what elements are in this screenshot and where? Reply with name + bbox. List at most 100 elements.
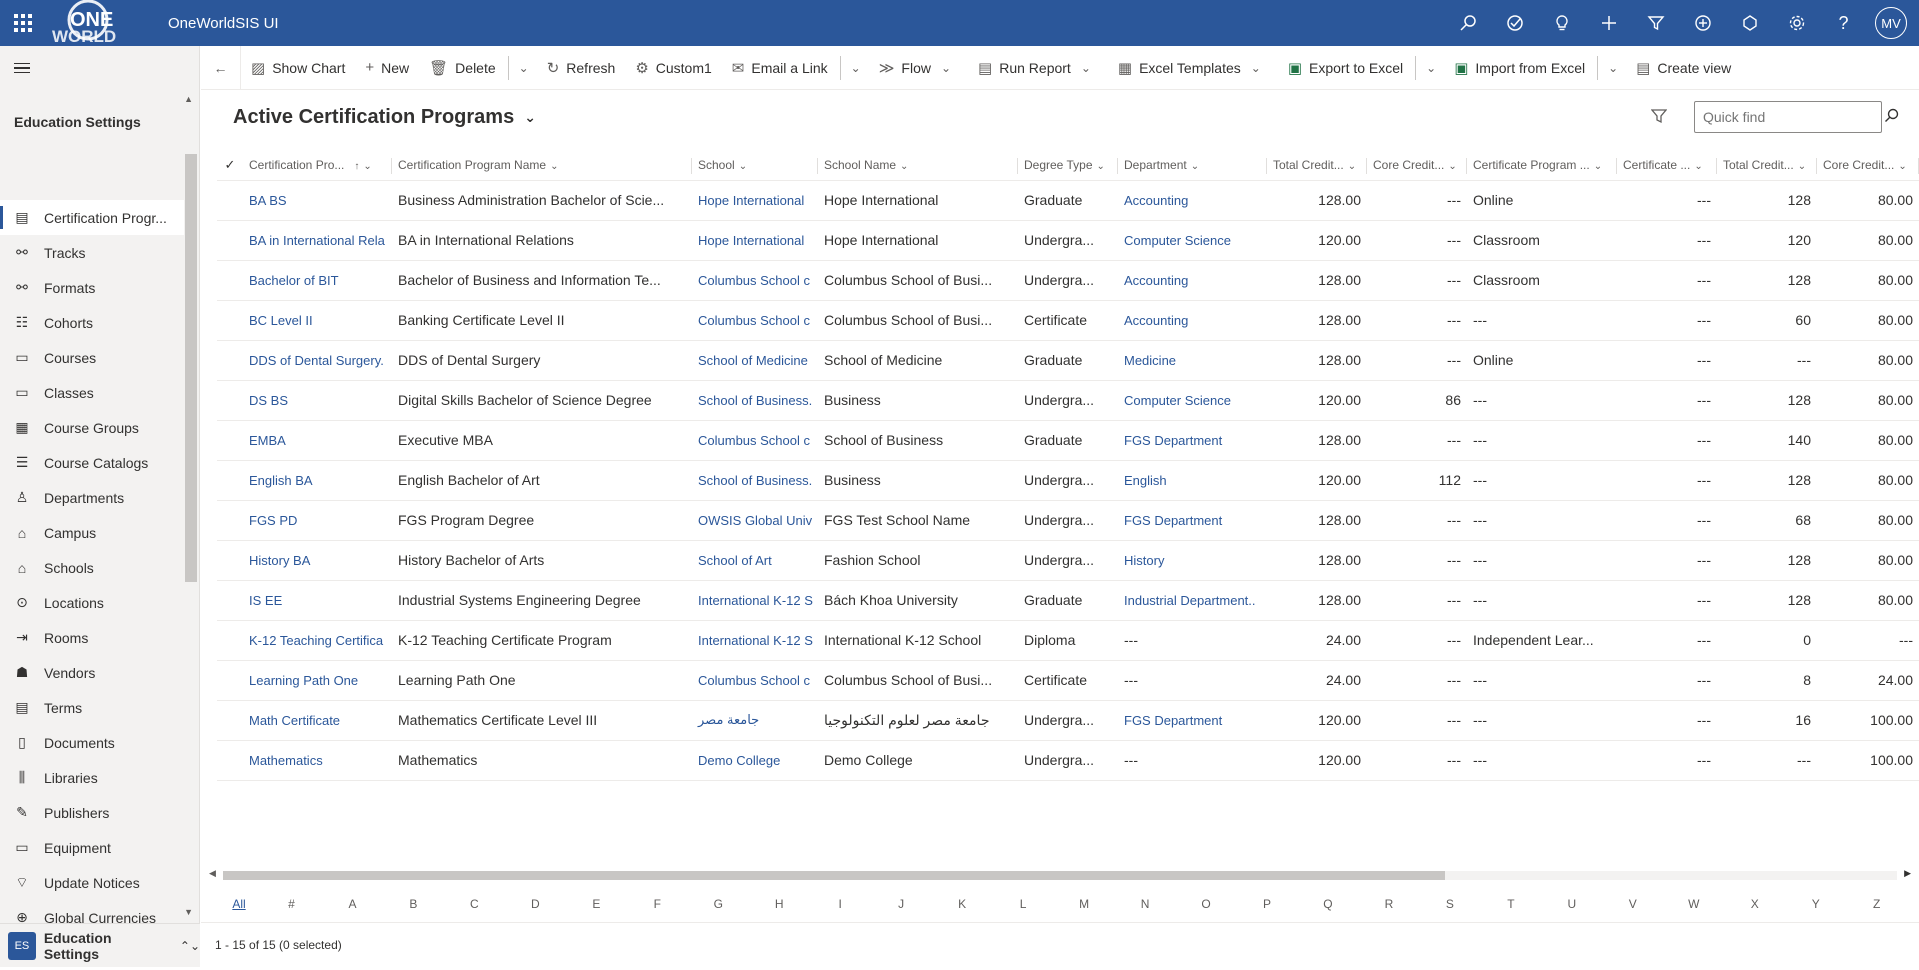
- cell-link[interactable]: Industrial Department..: [1118, 580, 1267, 621]
- row-select-cell[interactable]: [217, 660, 243, 701]
- table-row[interactable]: BA BS Business Administration Bachelor of…: [217, 180, 1919, 221]
- cell-link[interactable]: Columbus School c: [692, 420, 818, 461]
- cell-link[interactable]: FGS Department: [1118, 420, 1267, 461]
- jump-letter[interactable]: G: [688, 897, 749, 911]
- column-header[interactable]: Total Credit... ⌄: [1267, 150, 1367, 181]
- sidebar-item-publishers[interactable]: ✎ Publishers: [0, 795, 184, 830]
- cell-link[interactable]: Columbus School c: [692, 660, 818, 701]
- plus-icon[interactable]: [1585, 0, 1632, 46]
- jump-letter[interactable]: B: [383, 897, 444, 911]
- jump-letter[interactable]: M: [1054, 897, 1115, 911]
- row-select-cell[interactable]: [217, 180, 243, 221]
- column-header[interactable]: Degree Type ⌄: [1018, 150, 1118, 181]
- search-icon[interactable]: [1884, 108, 1899, 127]
- scroll-down-arrow-icon[interactable]: ▼: [184, 907, 193, 917]
- flow-button[interactable]: ≫ Flow ⌄: [869, 46, 968, 90]
- cell-link[interactable]: Hope International: [692, 220, 818, 261]
- cell-link[interactable]: FGS Department: [1118, 700, 1267, 741]
- delete-button[interactable]: 🗑 Delete: [419, 46, 506, 90]
- jump-letter[interactable]: D: [505, 897, 566, 911]
- jump-letter[interactable]: T: [1480, 897, 1541, 911]
- jump-letter[interactable]: L: [993, 897, 1054, 911]
- jump-letter[interactable]: W: [1663, 897, 1724, 911]
- column-header[interactable]: Certification Pro... ↑ ⌄: [243, 150, 392, 181]
- cell-link[interactable]: FGS Department: [1118, 500, 1267, 541]
- cell-link[interactable]: Accounting: [1118, 180, 1267, 221]
- jump-letter[interactable]: Y: [1785, 897, 1846, 911]
- search-icon[interactable]: [1444, 0, 1491, 46]
- cell-link[interactable]: OWSIS Global Univ: [692, 500, 818, 541]
- cell-link[interactable]: Computer Science: [1118, 220, 1267, 261]
- jump-letter[interactable]: All: [217, 897, 261, 911]
- sidebar-item-tracks[interactable]: ⚯ Tracks: [0, 235, 184, 270]
- jump-letter[interactable]: Q: [1297, 897, 1358, 911]
- row-select-cell[interactable]: [217, 580, 243, 621]
- excel-templates-button[interactable]: ▦ Excel Templates ⌄: [1108, 46, 1278, 90]
- app-title[interactable]: OneWorldSIS UI: [168, 15, 279, 32]
- cell-link[interactable]: جامعة مصر: [692, 700, 818, 741]
- sidebar-scrollbar[interactable]: [185, 154, 197, 582]
- hamburger-menu-icon[interactable]: [0, 46, 199, 90]
- sidebar-item-course-catalogs[interactable]: ☰ Course Catalogs: [0, 445, 184, 480]
- select-all-checkbox[interactable]: ✓: [217, 150, 243, 181]
- column-header[interactable]: Total Credit... ⌄: [1717, 150, 1817, 181]
- table-row[interactable]: K-12 Teaching Certifica K-12 Teaching Cer…: [217, 620, 1919, 661]
- jump-letter[interactable]: O: [1176, 897, 1237, 911]
- column-header[interactable]: Core Credit... ⌄: [1367, 150, 1467, 181]
- column-header[interactable]: Department ⌄: [1118, 150, 1267, 181]
- jump-letter[interactable]: H: [749, 897, 810, 911]
- cell-link[interactable]: K-12 Teaching Certifica: [243, 620, 392, 661]
- jump-letter[interactable]: Z: [1846, 897, 1907, 911]
- more-chevron-button[interactable]: ⌄: [1600, 46, 1626, 90]
- show-chart-button[interactable]: ▨ Show Chart: [241, 46, 355, 90]
- copilot-icon[interactable]: [1726, 0, 1773, 46]
- table-row[interactable]: History BA History Bachelor of Arts School…: [217, 540, 1919, 581]
- cell-link[interactable]: Columbus School c: [692, 260, 818, 301]
- sidebar-item-courses[interactable]: ▭ Courses: [0, 340, 184, 375]
- sidebar-item-course-groups[interactable]: ▦ Course Groups: [0, 410, 184, 445]
- more-chevron-button[interactable]: ⌄: [843, 46, 869, 90]
- more-chevron-button[interactable]: ⌄: [511, 46, 537, 90]
- cell-link[interactable]: School of Art: [692, 540, 818, 581]
- scroll-thumb[interactable]: [223, 871, 1445, 880]
- gear-icon[interactable]: [1773, 0, 1820, 46]
- sidebar-item-rooms[interactable]: ⇥ Rooms: [0, 620, 184, 655]
- jump-letter[interactable]: V: [1602, 897, 1663, 911]
- jump-letter[interactable]: C: [444, 897, 505, 911]
- custom1-button[interactable]: ⚙ Custom1: [625, 46, 721, 90]
- cell-link[interactable]: BC Level II: [243, 300, 392, 341]
- column-header[interactable]: Certificate ... ⌄: [1617, 150, 1717, 181]
- cell-link[interactable]: English BA: [243, 460, 392, 501]
- row-select-cell[interactable]: [217, 340, 243, 381]
- import-excel-button[interactable]: ▣ Import from Excel: [1444, 46, 1595, 90]
- sidebar-item-classes[interactable]: ▭ Classes: [0, 375, 184, 410]
- table-row[interactable]: DDS of Dental Surgery. DDS of Dental Surg…: [217, 340, 1919, 381]
- cell-link[interactable]: DS BS: [243, 380, 392, 421]
- cell-link[interactable]: School of Medicine: [692, 340, 818, 381]
- scroll-right-arrow-icon[interactable]: ▶: [1904, 868, 1911, 879]
- table-row[interactable]: BA in International Rela BA in Internatio…: [217, 220, 1919, 261]
- row-select-cell[interactable]: [217, 500, 243, 541]
- cell-link[interactable]: School of Business.: [692, 460, 818, 501]
- cell-link[interactable]: EMBA: [243, 420, 392, 461]
- sidebar-item-departments[interactable]: ♙ Departments: [0, 480, 184, 515]
- back-arrow-icon[interactable]: ←: [201, 45, 241, 90]
- refresh-button[interactable]: ↻ Refresh: [537, 46, 626, 90]
- cell-link[interactable]: BA BS: [243, 180, 392, 221]
- jump-letter[interactable]: J: [871, 897, 932, 911]
- quick-find-box[interactable]: [1694, 101, 1899, 133]
- cell-link[interactable]: Math Certificate: [243, 700, 392, 741]
- cell-link[interactable]: Accounting: [1118, 260, 1267, 301]
- jump-letter[interactable]: A: [322, 897, 383, 911]
- sidebar-item-documents[interactable]: ▯ Documents: [0, 725, 184, 760]
- table-row[interactable]: FGS PD FGS Program Degree OWSIS Global Uni…: [217, 500, 1919, 541]
- jump-letter[interactable]: N: [1115, 897, 1176, 911]
- row-select-cell[interactable]: [217, 220, 243, 261]
- filter-icon[interactable]: [1632, 0, 1679, 46]
- cell-link[interactable]: Columbus School c: [692, 300, 818, 341]
- table-row[interactable]: Learning Path One Learning Path One Columb…: [217, 660, 1919, 701]
- sidebar-item-locations[interactable]: ⊙ Locations: [0, 585, 184, 620]
- cell-link[interactable]: Accounting: [1118, 300, 1267, 341]
- cell-link[interactable]: IS EE: [243, 580, 392, 621]
- row-select-cell[interactable]: [217, 260, 243, 301]
